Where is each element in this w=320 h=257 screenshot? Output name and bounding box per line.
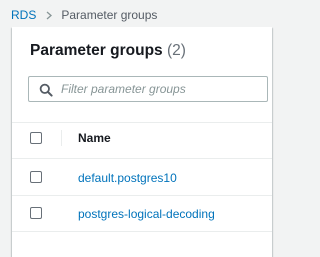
panel-count: (2) <box>166 42 186 59</box>
row-checkbox[interactable] <box>30 171 42 183</box>
breadcrumb-rds-link[interactable]: RDS <box>11 8 36 22</box>
row-divider <box>12 231 272 232</box>
search-input[interactable] <box>61 80 261 98</box>
column-header-name[interactable]: Name <box>78 131 111 145</box>
page-title: Parameter groups (2) <box>30 42 186 60</box>
parameter-group-link[interactable]: default.postgres10 <box>78 171 177 185</box>
search-icon <box>39 83 53 97</box>
column-separator <box>61 130 62 146</box>
table-row: default.postgres10 <box>12 161 272 195</box>
breadcrumb-current: Parameter groups <box>61 8 158 22</box>
search-box[interactable] <box>28 76 268 102</box>
header-divider <box>12 158 272 159</box>
row-checkbox[interactable] <box>30 207 42 219</box>
table-header-row: Name <box>12 123 272 153</box>
select-all-checkbox[interactable] <box>30 132 42 144</box>
table-row: postgres-logical-decoding <box>12 197 272 231</box>
parameter-group-link[interactable]: postgres-logical-decoding <box>78 207 215 221</box>
row-divider <box>12 195 272 196</box>
breadcrumb: RDS Parameter groups <box>11 5 157 25</box>
chevron-right-icon <box>46 11 53 20</box>
panel-title-text: Parameter groups <box>30 42 163 59</box>
parameter-groups-panel: Parameter groups (2) Name default.postgr… <box>12 27 272 257</box>
